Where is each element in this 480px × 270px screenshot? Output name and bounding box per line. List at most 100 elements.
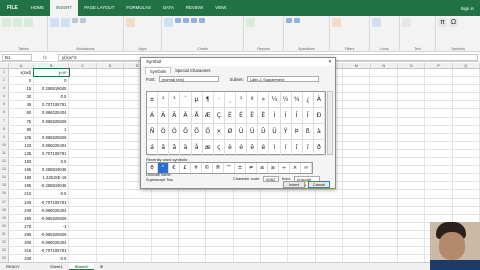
symbol-cell[interactable]: È	[224, 108, 236, 124]
empty-cell[interactable]	[179, 190, 207, 198]
empty-cell[interactable]	[425, 101, 453, 109]
empty-cell[interactable]	[370, 149, 398, 158]
symbol-cell[interactable]: Û	[258, 124, 270, 140]
empty-cell[interactable]	[398, 77, 426, 85]
empty-cell[interactable]	[370, 117, 398, 125]
empty-cell[interactable]	[288, 247, 316, 255]
row-header[interactable]: 2	[0, 77, 9, 85]
empty-cell[interactable]	[370, 125, 398, 133]
empty-cell[interactable]	[425, 158, 453, 166]
empty-cell[interactable]	[453, 77, 480, 85]
empty-cell[interactable]	[206, 214, 234, 222]
cell-b[interactable]: 0.866025404	[34, 109, 70, 117]
symbol-cell[interactable]: é	[236, 140, 248, 156]
symbol-cell[interactable]: ¹	[236, 92, 248, 108]
symbol-cell[interactable]: à	[313, 124, 325, 140]
cell-a[interactable]: 300	[9, 238, 35, 247]
pictures-icon[interactable]	[50, 18, 59, 27]
empty-cell[interactable]	[69, 158, 97, 166]
empty-cell[interactable]	[453, 141, 480, 149]
recent-symbol[interactable]: θ	[147, 163, 158, 173]
empty-cell[interactable]	[453, 198, 480, 206]
empty-cell[interactable]	[261, 230, 289, 238]
empty-cell[interactable]	[370, 93, 398, 101]
symbol-cell[interactable]: ç	[213, 140, 225, 156]
recent-symbol[interactable]: £	[180, 163, 191, 173]
empty-cell[interactable]	[179, 247, 207, 255]
empty-cell[interactable]	[179, 198, 207, 206]
symbol-cell[interactable]: Î	[291, 108, 303, 124]
column-header[interactable]: M	[343, 63, 371, 68]
empty-cell[interactable]	[179, 222, 207, 230]
empty-cell[interactable]	[316, 238, 344, 247]
recent-symbol[interactable]: ×	[290, 163, 301, 173]
empty-cell[interactable]	[343, 109, 371, 117]
empty-cell[interactable]	[398, 182, 426, 190]
row-header[interactable]: 21	[0, 230, 9, 238]
column-header[interactable]: B	[34, 63, 70, 68]
symbol-cell[interactable]: Í	[280, 108, 292, 124]
cell-a[interactable]: 60	[9, 109, 35, 117]
recent-symbol[interactable]: ®	[213, 163, 224, 173]
empty-cell[interactable]	[425, 77, 453, 85]
row-header[interactable]: 15	[0, 182, 9, 190]
empty-cell[interactable]	[453, 166, 480, 174]
row-header[interactable]: 1	[0, 69, 9, 77]
empty-cell[interactable]	[152, 238, 179, 247]
row-header[interactable]: 5	[0, 101, 9, 109]
empty-cell[interactable]	[343, 93, 371, 101]
empty-cell[interactable]	[234, 230, 261, 238]
row-header[interactable]: 11	[0, 149, 9, 158]
cell-b[interactable]: -0.866025404	[34, 238, 70, 247]
empty-cell[interactable]	[152, 198, 179, 206]
empty-cell[interactable]	[398, 206, 426, 214]
symbol-cell[interactable]: Ü	[269, 124, 281, 140]
recommended-charts-icon[interactable]	[164, 18, 173, 27]
empty-cell[interactable]	[69, 230, 97, 238]
empty-cell[interactable]	[206, 190, 234, 198]
table-icon[interactable]	[24, 18, 33, 27]
symbol-cell[interactable]: Ã	[169, 108, 181, 124]
empty-cell[interactable]	[206, 238, 234, 247]
fx-icon[interactable]: fx	[32, 55, 58, 60]
empty-cell[interactable]	[97, 85, 125, 93]
row-header[interactable]: 16	[0, 190, 9, 198]
empty-cell[interactable]	[398, 174, 426, 182]
empty-cell[interactable]	[69, 85, 97, 93]
empty-cell[interactable]	[152, 206, 179, 214]
empty-cell[interactable]	[343, 101, 371, 109]
cell-a[interactable]: 210	[9, 190, 35, 198]
empty-cell[interactable]	[425, 198, 453, 206]
symbol-cell[interactable]: Æ	[202, 108, 214, 124]
empty-cell[interactable]	[453, 109, 480, 117]
symbol-cell[interactable]: Á	[147, 108, 159, 124]
cell-b[interactable]: 0.866025404	[34, 141, 70, 149]
empty-cell[interactable]	[370, 174, 398, 182]
empty-cell[interactable]	[69, 247, 97, 255]
empty-cell[interactable]	[370, 77, 398, 85]
symbol-cell[interactable]: ¼	[269, 92, 281, 108]
empty-cell[interactable]	[453, 158, 480, 166]
tab-symbols[interactable]: Symbols	[145, 67, 172, 74]
symbol-cell[interactable]: ¶	[202, 92, 214, 108]
empty-cell[interactable]	[261, 190, 289, 198]
empty-cell[interactable]	[370, 214, 398, 222]
empty-cell[interactable]	[234, 222, 261, 230]
cell-a[interactable]: 225	[9, 198, 35, 206]
empty-cell[interactable]	[152, 190, 179, 198]
text-box-icon[interactable]	[402, 18, 411, 27]
empty-cell[interactable]	[97, 230, 125, 238]
tab-page-layout[interactable]: PAGE LAYOUT	[78, 0, 120, 16]
cell-b[interactable]: 0	[34, 77, 70, 85]
empty-cell[interactable]	[124, 214, 152, 222]
column-header[interactable]: D	[97, 63, 125, 68]
symbol-cell[interactable]: è	[224, 140, 236, 156]
empty-cell[interactable]	[370, 247, 398, 255]
empty-cell[interactable]	[152, 214, 179, 222]
empty-cell[interactable]	[69, 93, 97, 101]
symbol-cell[interactable]: µ	[191, 92, 203, 108]
row-header[interactable]: 13	[0, 166, 9, 174]
empty-cell[interactable]	[370, 238, 398, 247]
cell-a[interactable]: 255	[9, 214, 35, 222]
empty-cell[interactable]	[97, 133, 125, 141]
